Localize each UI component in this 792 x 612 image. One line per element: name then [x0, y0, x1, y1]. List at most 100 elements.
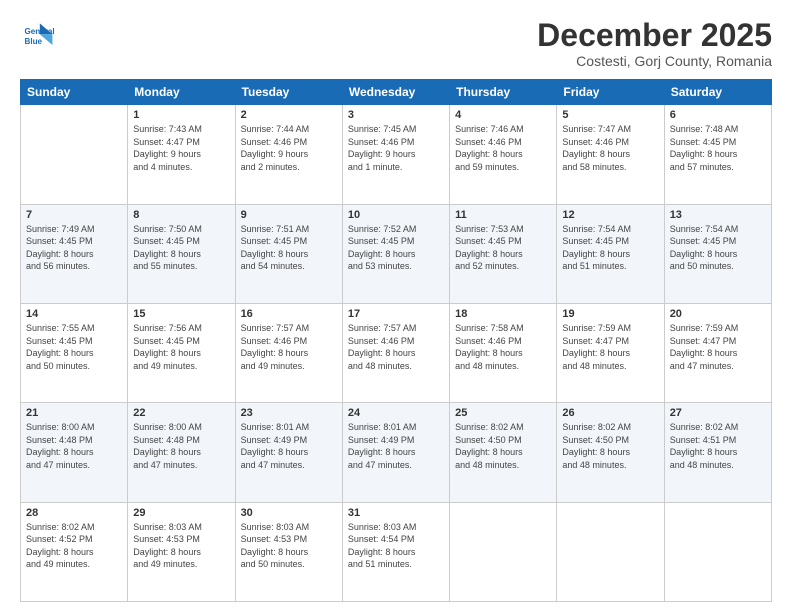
day-number: 2	[241, 109, 337, 121]
day-info: Sunrise: 8:02 AMSunset: 4:50 PMDaylight:…	[455, 421, 551, 471]
day-number: 17	[348, 308, 444, 320]
calendar-cell: 25 Sunrise: 8:02 AMSunset: 4:50 PMDayligh…	[450, 403, 557, 502]
day-number: 25	[455, 407, 551, 419]
day-info: Sunrise: 8:03 AMSunset: 4:53 PMDaylight:…	[133, 521, 229, 571]
day-info: Sunrise: 7:59 AMSunset: 4:47 PMDaylight:…	[562, 322, 658, 372]
day-info: Sunrise: 7:57 AMSunset: 4:46 PMDaylight:…	[348, 322, 444, 372]
header: General Blue December 2025 Costesti, Gor…	[20, 18, 772, 69]
calendar-body: 1Sunrise: 7:43 AMSunset: 4:47 PMDaylight…	[21, 105, 772, 602]
day-number: 11	[455, 209, 551, 221]
day-info: Sunrise: 8:03 AMSunset: 4:53 PMDaylight:…	[241, 521, 337, 571]
day-number: 31	[348, 507, 444, 519]
day-info: Sunrise: 7:45 AMSunset: 4:46 PMDaylight:…	[348, 123, 444, 173]
day-info: Sunrise: 8:02 AMSunset: 4:52 PMDaylight:…	[26, 521, 122, 571]
day-info: Sunrise: 7:48 AMSunset: 4:45 PMDaylight:…	[670, 123, 766, 173]
calendar-week-3: 14Sunrise: 7:55 AMSunset: 4:45 PMDayligh…	[21, 303, 772, 402]
day-info: Sunrise: 7:49 AMSunset: 4:45 PMDaylight:…	[26, 223, 122, 273]
day-number: 1	[133, 109, 229, 121]
calendar-cell: 17 Sunrise: 7:57 AMSunset: 4:46 PMDayligh…	[342, 303, 449, 402]
calendar-cell: 21Sunrise: 8:00 AMSunset: 4:48 PMDayligh…	[21, 403, 128, 502]
calendar-week-4: 21Sunrise: 8:00 AMSunset: 4:48 PMDayligh…	[21, 403, 772, 502]
location-subtitle: Costesti, Gorj County, Romania	[537, 53, 772, 69]
day-number: 7	[26, 209, 122, 221]
calendar-cell: 20 Sunrise: 7:59 AMSunset: 4:47 PMDayligh…	[664, 303, 771, 402]
calendar-table: SundayMondayTuesdayWednesdayThursdayFrid…	[20, 79, 772, 602]
day-number: 28	[26, 507, 122, 519]
calendar-cell: 30 Sunrise: 8:03 AMSunset: 4:53 PMDayligh…	[235, 502, 342, 601]
weekday-header-sunday: Sunday	[21, 80, 128, 105]
day-info: Sunrise: 8:01 AMSunset: 4:49 PMDaylight:…	[241, 421, 337, 471]
calendar-week-2: 7 Sunrise: 7:49 AMSunset: 4:45 PMDaylight…	[21, 204, 772, 303]
calendar-cell: 7 Sunrise: 7:49 AMSunset: 4:45 PMDaylight…	[21, 204, 128, 303]
calendar-cell	[21, 105, 128, 204]
day-info: Sunrise: 7:58 AMSunset: 4:46 PMDaylight:…	[455, 322, 551, 372]
calendar-cell	[664, 502, 771, 601]
weekday-header-tuesday: Tuesday	[235, 80, 342, 105]
calendar-cell: 19 Sunrise: 7:59 AMSunset: 4:47 PMDayligh…	[557, 303, 664, 402]
day-number: 3	[348, 109, 444, 121]
calendar-cell: 16 Sunrise: 7:57 AMSunset: 4:46 PMDayligh…	[235, 303, 342, 402]
calendar-cell: 8Sunrise: 7:50 AMSunset: 4:45 PMDaylight…	[128, 204, 235, 303]
day-number: 26	[562, 407, 658, 419]
calendar-cell: 27Sunrise: 8:02 AMSunset: 4:51 PMDayligh…	[664, 403, 771, 502]
day-number: 6	[670, 109, 766, 121]
calendar-week-1: 1Sunrise: 7:43 AMSunset: 4:47 PMDaylight…	[21, 105, 772, 204]
day-number: 19	[562, 308, 658, 320]
day-info: Sunrise: 7:53 AMSunset: 4:45 PMDaylight:…	[455, 223, 551, 273]
svg-text:Blue: Blue	[25, 37, 43, 46]
svg-text:General: General	[25, 27, 55, 36]
weekday-header-saturday: Saturday	[664, 80, 771, 105]
day-info: Sunrise: 8:00 AMSunset: 4:48 PMDaylight:…	[133, 421, 229, 471]
title-block: December 2025 Costesti, Gorj County, Rom…	[537, 18, 772, 69]
calendar-cell: 18 Sunrise: 7:58 AMSunset: 4:46 PMDayligh…	[450, 303, 557, 402]
day-info: Sunrise: 7:47 AMSunset: 4:46 PMDaylight:…	[562, 123, 658, 173]
day-number: 8	[133, 209, 229, 221]
day-number: 27	[670, 407, 766, 419]
day-info: Sunrise: 7:44 AMSunset: 4:46 PMDaylight:…	[241, 123, 337, 173]
day-info: Sunrise: 7:46 AMSunset: 4:46 PMDaylight:…	[455, 123, 551, 173]
calendar-cell: 26 Sunrise: 8:02 AMSunset: 4:50 PMDayligh…	[557, 403, 664, 502]
day-info: Sunrise: 7:57 AMSunset: 4:46 PMDaylight:…	[241, 322, 337, 372]
calendar-cell: 9Sunrise: 7:51 AMSunset: 4:45 PMDaylight…	[235, 204, 342, 303]
calendar-cell: 31 Sunrise: 8:03 AMSunset: 4:54 PMDayligh…	[342, 502, 449, 601]
day-number: 23	[241, 407, 337, 419]
calendar-cell: 6 Sunrise: 7:48 AMSunset: 4:45 PMDaylight…	[664, 105, 771, 204]
calendar-cell: 24Sunrise: 8:01 AMSunset: 4:49 PMDayligh…	[342, 403, 449, 502]
calendar-cell: 23 Sunrise: 8:01 AMSunset: 4:49 PMDayligh…	[235, 403, 342, 502]
calendar-cell: 1Sunrise: 7:43 AMSunset: 4:47 PMDaylight…	[128, 105, 235, 204]
day-number: 4	[455, 109, 551, 121]
calendar-cell: 11 Sunrise: 7:53 AMSunset: 4:45 PMDayligh…	[450, 204, 557, 303]
day-info: Sunrise: 7:51 AMSunset: 4:45 PMDaylight:…	[241, 223, 337, 273]
weekday-header-row: SundayMondayTuesdayWednesdayThursdayFrid…	[21, 80, 772, 105]
day-info: Sunrise: 8:00 AMSunset: 4:48 PMDaylight:…	[26, 421, 122, 471]
calendar-cell: 14Sunrise: 7:55 AMSunset: 4:45 PMDayligh…	[21, 303, 128, 402]
day-number: 15	[133, 308, 229, 320]
day-info: Sunrise: 7:59 AMSunset: 4:47 PMDaylight:…	[670, 322, 766, 372]
logo-icon: General Blue	[20, 18, 56, 54]
day-number: 10	[348, 209, 444, 221]
calendar-cell: 4 Sunrise: 7:46 AMSunset: 4:46 PMDaylight…	[450, 105, 557, 204]
day-info: Sunrise: 8:03 AMSunset: 4:54 PMDaylight:…	[348, 521, 444, 571]
day-number: 12	[562, 209, 658, 221]
calendar-cell: 2 Sunrise: 7:44 AMSunset: 4:46 PMDaylight…	[235, 105, 342, 204]
logo: General Blue	[20, 18, 56, 54]
day-info: Sunrise: 7:54 AMSunset: 4:45 PMDaylight:…	[562, 223, 658, 273]
day-number: 30	[241, 507, 337, 519]
day-number: 16	[241, 308, 337, 320]
calendar-cell: 5 Sunrise: 7:47 AMSunset: 4:46 PMDaylight…	[557, 105, 664, 204]
day-number: 14	[26, 308, 122, 320]
weekday-header-monday: Monday	[128, 80, 235, 105]
day-info: Sunrise: 8:01 AMSunset: 4:49 PMDaylight:…	[348, 421, 444, 471]
calendar-cell	[450, 502, 557, 601]
day-number: 20	[670, 308, 766, 320]
day-number: 18	[455, 308, 551, 320]
day-info: Sunrise: 8:02 AMSunset: 4:50 PMDaylight:…	[562, 421, 658, 471]
calendar-cell: 15Sunrise: 7:56 AMSunset: 4:45 PMDayligh…	[128, 303, 235, 402]
day-number: 13	[670, 209, 766, 221]
day-number: 5	[562, 109, 658, 121]
page: General Blue December 2025 Costesti, Gor…	[0, 0, 792, 612]
day-info: Sunrise: 7:54 AMSunset: 4:45 PMDaylight:…	[670, 223, 766, 273]
calendar-cell: 12 Sunrise: 7:54 AMSunset: 4:45 PMDayligh…	[557, 204, 664, 303]
weekday-header-thursday: Thursday	[450, 80, 557, 105]
day-number: 29	[133, 507, 229, 519]
